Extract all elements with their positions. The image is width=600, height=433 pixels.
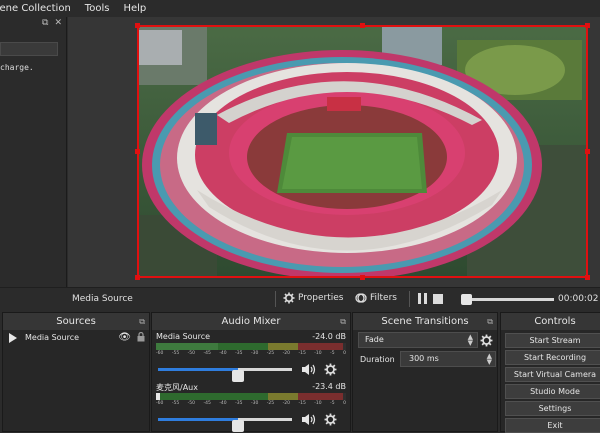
resize-handle-bottom-right[interactable]	[585, 275, 590, 280]
left-dock-input[interactable]	[0, 42, 58, 56]
meter-scale: -60 -55 -50 -45 -40 -35 -30 -25 -20 -15 -10 -5 0	[156, 351, 346, 356]
scene-transitions-title: Scene Transitions ⧉	[353, 313, 497, 330]
source-item[interactable]: Media Source 👁	[3, 330, 149, 345]
audio-mixer-title-label: Audio Mixer	[221, 316, 281, 327]
channel-db: -23.4 dB	[312, 382, 346, 391]
channel-name: 麦克风/Aux	[156, 383, 198, 392]
preview-area[interactable]	[68, 17, 600, 287]
gear-icon[interactable]	[324, 363, 337, 376]
left-dock: ⧉ ✕ charge.	[0, 17, 67, 287]
volume-thumb[interactable]	[232, 420, 245, 432]
resize-handle-left[interactable]	[135, 149, 140, 154]
menu-scene-collection[interactable]: cene Collection	[0, 3, 78, 14]
gear-icon[interactable]	[480, 334, 493, 347]
studio-mode-button[interactable]: Studio Mode	[505, 384, 600, 399]
speaker-icon[interactable]	[301, 363, 317, 376]
audio-mixer-dock: Audio Mixer ⧉ Media Source -24.0 dB -60-…	[151, 312, 351, 432]
media-controls	[418, 293, 443, 304]
start-stream-button[interactable]: Start Stream	[505, 333, 600, 348]
media-play-icon	[9, 332, 17, 343]
menu-bar: cene Collection Tools Help	[0, 0, 600, 17]
menu-help[interactable]: Help	[116, 3, 153, 14]
pause-icon[interactable]	[418, 293, 427, 304]
volume-fill	[158, 418, 239, 421]
volume-fill	[158, 368, 239, 371]
mixer-channel: 麦克风/Aux -23.4 dB -60 -55 -50 -45 -40 -35 -30 -2…	[156, 382, 346, 432]
context-divider	[409, 291, 410, 307]
filters-button[interactable]: Filters	[355, 292, 397, 304]
controls-title: Controls	[501, 313, 600, 330]
gear-icon	[283, 292, 295, 304]
context-bar: Media Source Properties Filters 00:00:02	[0, 287, 600, 309]
filters-label: Filters	[370, 293, 397, 303]
duration-label: Duration	[360, 355, 395, 364]
resize-handle-top[interactable]	[360, 23, 365, 28]
meter-scale: -60 -55 -50 -45 -40 -35 -30 -25 -20 -15 -10 -5 0	[156, 401, 346, 406]
seek-thumb[interactable]	[461, 294, 472, 305]
playback-time: 00:00:02	[558, 294, 599, 304]
chevron-updown-icon: ▲ ▼	[467, 333, 473, 347]
sources-title: Sources ⧉	[3, 313, 149, 330]
eye-icon[interactable]: 👁	[118, 332, 131, 343]
selected-source-name: Media Source	[72, 294, 133, 304]
sources-dock: Sources ⧉ Media Source 👁	[2, 312, 150, 432]
exit-button[interactable]: Exit	[505, 418, 600, 433]
volume-slider[interactable]	[158, 368, 292, 382]
properties-label: Properties	[298, 293, 344, 303]
transition-select[interactable]: Fade ▲ ▼	[358, 332, 478, 348]
duration-value: 300 ms	[409, 354, 439, 363]
settings-button[interactable]: Settings	[505, 401, 600, 416]
volume-meter	[156, 343, 346, 350]
mixer-channel: Media Source -24.0 dB -60 -55 -50 -45 -40 -35…	[156, 332, 346, 382]
start-recording-button[interactable]: Start Recording	[505, 350, 600, 365]
close-icon[interactable]: ✕	[54, 18, 62, 28]
resize-handle-top-right[interactable]	[585, 23, 590, 28]
context-divider	[275, 291, 276, 307]
scene-transitions-dock: Scene Transitions ⧉	[352, 312, 498, 432]
transition-select-value: Fade	[365, 335, 384, 344]
resize-handle-bottom[interactable]	[360, 275, 365, 280]
float-icon[interactable]: ⧉	[487, 317, 493, 327]
start-virtual-camera-button[interactable]: Start Virtual Camera	[505, 367, 600, 382]
seek-slider[interactable]	[461, 294, 554, 305]
volume-slider[interactable]	[158, 418, 292, 432]
audio-mixer-title: Audio Mixer ⧉	[152, 313, 350, 330]
float-icon[interactable]: ⧉	[139, 317, 145, 327]
channel-db: -24.0 dB	[312, 332, 346, 341]
duration-spinbox[interactable]: 300 ms ▲ ▼	[400, 351, 496, 367]
sources-title-label: Sources	[56, 316, 96, 327]
float-icon[interactable]: ⧉	[340, 317, 346, 327]
volume-meter	[156, 393, 346, 400]
spin-arrows-icon[interactable]: ▲ ▼	[487, 353, 492, 366]
gear-icon[interactable]	[324, 413, 337, 426]
properties-button[interactable]: Properties	[283, 292, 343, 304]
controls-title-label: Controls	[534, 316, 576, 327]
volume-thumb[interactable]	[232, 370, 245, 382]
selection-box[interactable]	[137, 25, 588, 278]
resize-handle-bottom-left[interactable]	[135, 275, 140, 280]
stop-icon[interactable]	[433, 293, 443, 304]
left-dock-text: charge.	[0, 63, 34, 72]
source-item-label: Media Source	[25, 333, 80, 342]
channel-name: Media Source	[156, 332, 211, 341]
filter-icon	[355, 293, 367, 303]
lock-icon[interactable]	[137, 332, 145, 342]
scene-transitions-title-label: Scene Transitions	[381, 316, 469, 327]
menu-tools[interactable]: Tools	[78, 3, 117, 14]
left-dock-titlebar: ⧉ ✕	[0, 17, 66, 30]
resize-handle-top-left[interactable]	[135, 23, 140, 28]
resize-handle-right[interactable]	[585, 149, 590, 154]
float-icon[interactable]: ⧉	[42, 18, 48, 28]
speaker-icon[interactable]	[301, 413, 317, 426]
